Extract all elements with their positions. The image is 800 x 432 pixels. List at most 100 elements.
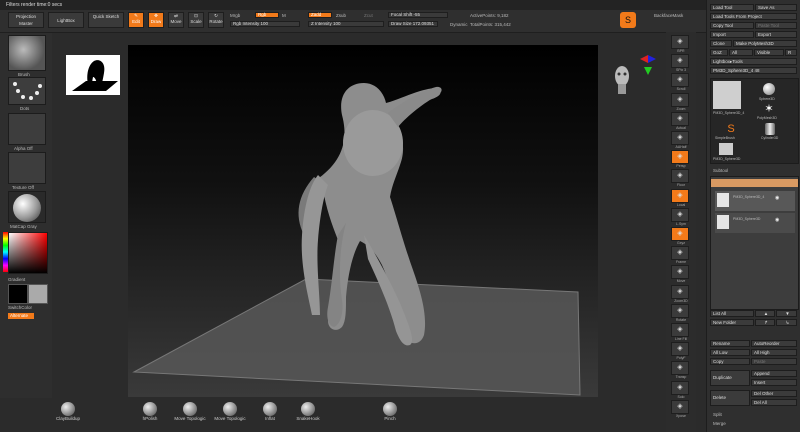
export-button[interactable]: Export bbox=[755, 31, 797, 38]
shelf-button-rotate[interactable]: ◈ Rotate bbox=[671, 303, 689, 322]
polymesh3d-star-icon[interactable]: ✶ bbox=[763, 103, 775, 115]
arrow-down-button[interactable]: ▼ bbox=[776, 310, 797, 317]
canvas-viewport[interactable] bbox=[128, 45, 598, 397]
scale-button[interactable]: ⊡ Scale bbox=[188, 12, 204, 28]
save-as-button[interactable]: Save As bbox=[755, 4, 797, 11]
shelf-button-linefill[interactable]: ◈ Line Fill bbox=[671, 323, 689, 341]
brush-slot[interactable]: SnakeHook bbox=[288, 402, 328, 421]
shelf-button-aahalf[interactable]: ◈ AAHalf bbox=[671, 131, 689, 149]
copy-button[interactable]: Copy bbox=[710, 358, 750, 365]
material-selector[interactable] bbox=[8, 191, 46, 223]
all-high-button[interactable]: All High bbox=[751, 349, 797, 356]
shelf-button-persp[interactable]: ◈ Persp bbox=[671, 150, 689, 168]
shelf-button-xpose[interactable]: ◈ Xpose bbox=[671, 399, 689, 418]
move-down-button[interactable]: ↳ bbox=[776, 319, 797, 326]
tool-thumb-pm3d-sphere3d[interactable] bbox=[719, 143, 733, 155]
lightbox-tools-button[interactable]: Lightbox▸Tools bbox=[710, 58, 797, 65]
zcut-toggle[interactable]: Zcut bbox=[364, 13, 373, 18]
shelf-button-lsym[interactable]: ◈ L.Sym bbox=[671, 207, 689, 226]
alpha-selector[interactable] bbox=[8, 113, 46, 145]
del-all-button[interactable]: Del All bbox=[751, 399, 797, 406]
draw-button[interactable]: ✥ Draw bbox=[148, 12, 164, 28]
hue-slider[interactable] bbox=[3, 232, 8, 272]
eye-icon[interactable]: ◉ bbox=[775, 195, 779, 201]
shelf-button-local[interactable]: ◈ Local bbox=[671, 188, 689, 207]
logo-button[interactable]: S bbox=[620, 12, 636, 28]
shelf-button-bpr[interactable]: ◈ BPR bbox=[671, 35, 689, 53]
sculpt-canvas[interactable] bbox=[128, 45, 598, 397]
zsub-toggle[interactable]: Zsub bbox=[336, 13, 346, 18]
visible-button[interactable]: Visible bbox=[754, 49, 784, 56]
import-button[interactable]: Import bbox=[710, 31, 754, 38]
projection-master-button[interactable]: Projection Master bbox=[8, 12, 44, 28]
append-button[interactable]: Append bbox=[751, 370, 797, 377]
z-intensity-slider[interactable]: Z Intensity 100 bbox=[308, 21, 384, 27]
insert-button[interactable]: Insert bbox=[751, 379, 797, 386]
goz-button[interactable]: GoZ bbox=[710, 49, 728, 56]
shelf-button-zoom[interactable]: ◈ Zoom bbox=[671, 92, 689, 111]
secondary-color-swatch[interactable] bbox=[28, 284, 48, 304]
delete-button[interactable]: Delete bbox=[710, 390, 750, 406]
move-up-button[interactable]: ↱ bbox=[755, 319, 775, 326]
subtool-item-active[interactable]: PM3D_Sphere3D_4 ◉ bbox=[715, 191, 795, 211]
backface-mask-toggle[interactable]: BackfaceMask bbox=[654, 13, 683, 18]
move-button[interactable]: ⇄ Move bbox=[168, 12, 184, 28]
lightbox-button[interactable]: LightBox bbox=[48, 12, 84, 28]
shelf-button-transp[interactable]: ◈ Transp bbox=[671, 361, 689, 379]
navigator-thumbnail[interactable] bbox=[66, 55, 120, 95]
stroke-selector[interactable] bbox=[8, 77, 46, 105]
brush-slot[interactable]: hPolish bbox=[130, 402, 170, 421]
split-section[interactable]: Split bbox=[713, 412, 722, 417]
all-low-button[interactable]: All Low bbox=[710, 349, 750, 356]
eye-icon[interactable]: ◉ bbox=[775, 217, 779, 223]
texture-selector[interactable] bbox=[8, 152, 46, 184]
load-tools-from-project-button[interactable]: Load Tools From Project bbox=[710, 13, 797, 20]
brush-slot[interactable]: Pinch bbox=[370, 402, 410, 421]
del-other-button[interactable]: Del Other bbox=[751, 390, 797, 397]
shelf-button-actual[interactable]: ◈ Actual bbox=[671, 111, 689, 130]
current-tool-slider[interactable]: PM3D_Sphere3D_4 48 bbox=[710, 67, 797, 74]
draw-size-slider[interactable]: Draw Size 172.09351 bbox=[388, 21, 438, 27]
copy-tool-button[interactable]: Copy Tool bbox=[710, 22, 754, 29]
brush-slot[interactable]: Inflat bbox=[250, 402, 290, 421]
alternate-button[interactable]: Alternate bbox=[8, 313, 34, 319]
subtool-title[interactable]: Subtool bbox=[713, 168, 728, 173]
quick-sketch-button[interactable]: Quick Sketch bbox=[88, 12, 124, 28]
zadd-toggle[interactable]: Zadd bbox=[308, 12, 332, 18]
switch-color-button[interactable]: SwitchColor bbox=[8, 305, 32, 310]
shelf-button-spix[interactable]: ◈ SPix 3 bbox=[671, 54, 689, 72]
mrgb-toggle[interactable]: Mrgb bbox=[230, 13, 240, 18]
load-tool-button[interactable]: Load Tool bbox=[710, 4, 754, 11]
tool-thumb-pm3d-sphere3d-4[interactable] bbox=[713, 81, 741, 109]
brush-slot[interactable]: Move Topologic bbox=[210, 402, 250, 421]
shelf-button-move[interactable]: ◈ Move bbox=[671, 265, 689, 283]
list-all-button[interactable]: List All bbox=[710, 310, 754, 317]
r-button[interactable]: R bbox=[785, 49, 797, 56]
shelf-button-zoom3d[interactable]: ◈ Zoom3D bbox=[671, 284, 689, 303]
auto-reorder-button[interactable]: AutoReorder bbox=[751, 340, 797, 347]
make-polymesh-button[interactable]: Make PolyMesh3D bbox=[733, 40, 797, 47]
shelf-button-polyf[interactable]: ◈ PolyF bbox=[671, 342, 689, 360]
subtool-item[interactable]: PM3D_Sphere3D ◉ bbox=[715, 213, 795, 233]
clone-button[interactable]: Clone bbox=[710, 40, 732, 47]
edit-button[interactable]: ✎ Edit bbox=[128, 12, 144, 28]
color-picker[interactable] bbox=[8, 232, 48, 274]
sphere3d-icon[interactable] bbox=[763, 83, 775, 95]
cylinder3d-icon[interactable] bbox=[765, 123, 775, 135]
rgb-intensity-slider[interactable]: Rgb Intensity 100 bbox=[230, 21, 300, 27]
main-color-swatch[interactable] bbox=[8, 284, 28, 304]
shelf-button-xyz[interactable]: ◈ Gxyz bbox=[671, 227, 689, 245]
brush-selector[interactable] bbox=[8, 35, 46, 71]
focal-shift-slider[interactable]: Focal Shift -55 bbox=[388, 12, 448, 18]
paste-tool-button[interactable]: Paste Tool bbox=[755, 22, 797, 29]
brush-slot[interactable]: ClayBuildup bbox=[48, 402, 88, 421]
merge-section[interactable]: Merge bbox=[713, 421, 726, 426]
arrow-up-button[interactable]: ▲ bbox=[755, 310, 775, 317]
rgb-toggle[interactable]: Rgb bbox=[255, 12, 279, 18]
shelf-button-frame[interactable]: ◈ Frame bbox=[671, 246, 689, 264]
new-folder-button[interactable]: New Folder bbox=[710, 319, 754, 326]
all-button[interactable]: All bbox=[729, 49, 753, 56]
simplebrush-icon[interactable]: S bbox=[725, 123, 737, 135]
shelf-button-floor[interactable]: ◈ Floor bbox=[671, 169, 689, 187]
orientation-head[interactable] bbox=[612, 62, 632, 102]
